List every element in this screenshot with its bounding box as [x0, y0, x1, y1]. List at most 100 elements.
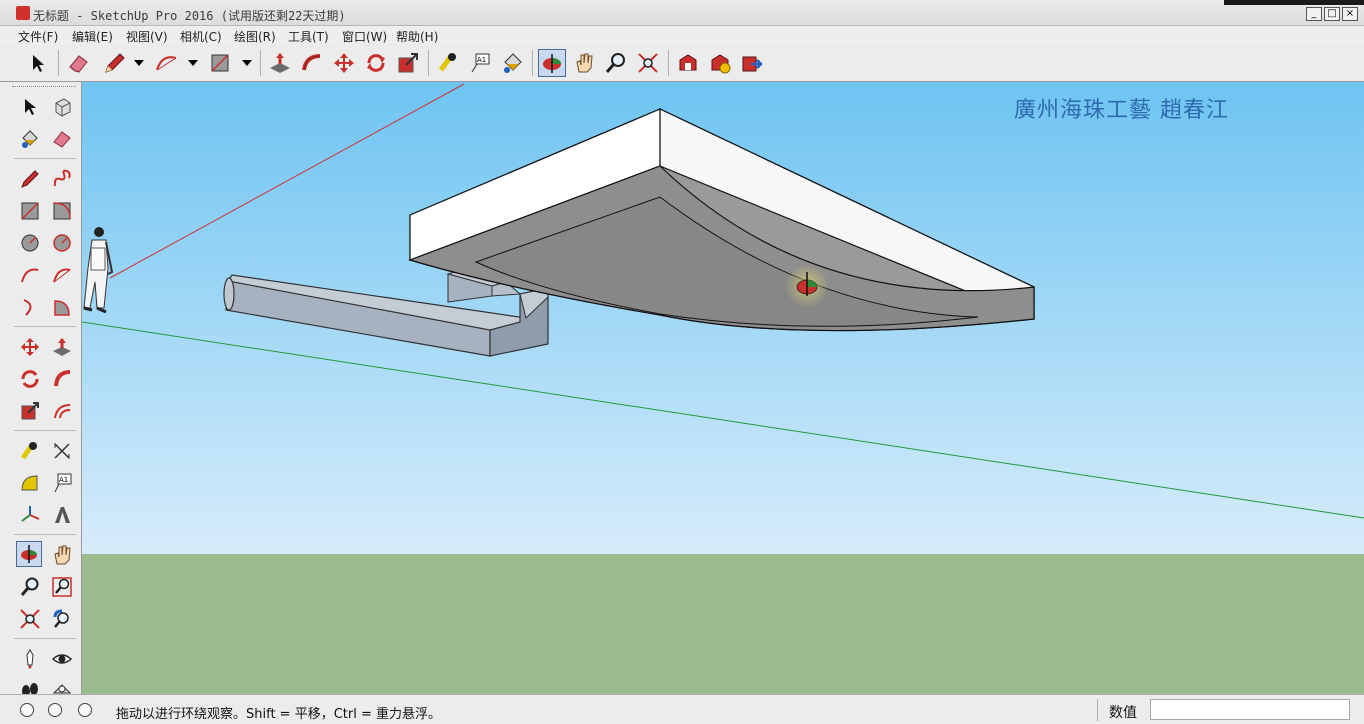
follow-me-icon[interactable]: [298, 49, 326, 77]
menu-view[interactable]: 视图(V): [126, 28, 168, 45]
previous-view-icon[interactable]: [49, 606, 75, 632]
toolbar-separator: [14, 430, 76, 431]
offset-icon[interactable]: [49, 398, 75, 424]
left-toolbar: A1: [0, 82, 82, 697]
eraser-icon[interactable]: [64, 49, 92, 77]
tape-measure-icon[interactable]: [434, 49, 462, 77]
geo-location-icon[interactable]: [20, 703, 34, 717]
paint-bucket-icon[interactable]: [17, 126, 43, 152]
zoom-extents-icon[interactable]: [17, 606, 43, 632]
status-divider: [1097, 699, 1098, 721]
toolbar-separator: [14, 534, 76, 535]
arc-icon[interactable]: [152, 49, 180, 77]
warehouse-icon[interactable]: [674, 49, 702, 77]
rectangle-icon[interactable]: [206, 49, 234, 77]
look-around-icon[interactable]: [49, 646, 75, 672]
ground: [82, 554, 1364, 694]
zoom-icon[interactable]: [602, 49, 630, 77]
pan-icon[interactable]: [570, 49, 598, 77]
zoom-window-icon[interactable]: [49, 574, 75, 600]
arc-icon[interactable]: [17, 262, 43, 288]
protractor-icon[interactable]: [17, 470, 43, 496]
info-icon[interactable]: [48, 703, 62, 717]
share-model-icon[interactable]: [738, 49, 766, 77]
arc-dropdown-icon[interactable]: [188, 60, 198, 66]
move-icon[interactable]: [17, 334, 43, 360]
toolbar-separator: [58, 50, 59, 76]
tape-measure-icon[interactable]: [17, 438, 43, 464]
rotate-icon[interactable]: [362, 49, 390, 77]
model-viewport[interactable]: 廣州海珠工藝 趙春江: [82, 82, 1364, 694]
rotated-rectangle-icon[interactable]: [49, 198, 75, 224]
pencil-dropdown-icon[interactable]: [134, 60, 144, 66]
pie-icon[interactable]: [49, 294, 75, 320]
freehand-icon[interactable]: [49, 166, 75, 192]
select-icon[interactable]: [24, 49, 52, 77]
toolbar-separator: [14, 326, 76, 327]
menu-edit[interactable]: 编辑(E): [72, 28, 113, 45]
window-title: 无标题 - SketchUp Pro 2016 (试用版还剩22天过期): [33, 9, 346, 23]
pan-icon[interactable]: [49, 542, 75, 568]
paint-bucket-icon[interactable]: [498, 49, 526, 77]
svg-text:A1: A1: [59, 476, 68, 484]
toolbar-separator: [260, 50, 261, 76]
sketchup-logo-icon: [16, 6, 30, 20]
push-pull-icon[interactable]: [266, 49, 294, 77]
toolbar-separator: [532, 50, 533, 76]
menu-file[interactable]: 文件(F): [18, 28, 58, 45]
three-point-arc-icon[interactable]: [17, 294, 43, 320]
dimension-icon[interactable]: [49, 438, 75, 464]
watermark-text: 廣州海珠工藝 趙春江: [1014, 98, 1229, 123]
menu-draw[interactable]: 绘图(R): [234, 28, 276, 45]
toolbar-separator: [428, 50, 429, 76]
maximize-button[interactable]: □: [1324, 7, 1340, 21]
line-icon[interactable]: [17, 166, 43, 192]
two-point-arc-icon[interactable]: [49, 262, 75, 288]
menu-camera[interactable]: 相机(C): [180, 28, 222, 45]
orbit-icon[interactable]: [538, 49, 566, 77]
toolbar-separator: [14, 638, 76, 639]
main-toolbar: A1: [0, 44, 1364, 82]
minimize-button[interactable]: _: [1306, 7, 1322, 21]
text-icon[interactable]: A1: [466, 49, 494, 77]
menu-window[interactable]: 窗口(W): [342, 28, 387, 45]
axes-icon[interactable]: [17, 502, 43, 528]
title-bar: 无标题 - SketchUp Pro 2016 (试用版还剩22天过期) _ □…: [0, 0, 1364, 26]
move-icon[interactable]: [330, 49, 358, 77]
rotate-icon[interactable]: [17, 366, 43, 392]
scale-icon[interactable]: [17, 398, 43, 424]
scene-canvas[interactable]: [82, 82, 1364, 694]
status-message: 拖动以进行环绕观察。Shift = 平移，Ctrl = 重力悬浮。: [116, 707, 441, 722]
user-account-icon[interactable]: [78, 703, 92, 717]
close-button[interactable]: ×: [1342, 7, 1358, 21]
menu-tools[interactable]: 工具(T): [288, 28, 329, 45]
orbit-icon[interactable]: [16, 541, 42, 567]
3d-text-icon[interactable]: [49, 502, 75, 528]
make-component-icon[interactable]: [49, 94, 75, 120]
status-bar: 拖动以进行环绕观察。Shift = 平移，Ctrl = 重力悬浮。 数值: [0, 694, 1364, 724]
title-bar-shadow: [1224, 0, 1364, 5]
follow-me-icon[interactable]: [49, 366, 75, 392]
pencil-icon[interactable]: [100, 49, 128, 77]
measurements-label: 数值: [1109, 705, 1137, 721]
menu-bar: 文件(F) 编辑(E) 视图(V) 相机(C) 绘图(R) 工具(T) 窗口(W…: [0, 26, 1364, 44]
rectangle-icon[interactable]: [17, 198, 43, 224]
zoom-icon[interactable]: [17, 574, 43, 600]
extension-icon[interactable]: [706, 49, 734, 77]
text-icon[interactable]: A1: [49, 470, 75, 496]
push-pull-icon[interactable]: [49, 334, 75, 360]
zoom-extents-icon[interactable]: [634, 49, 662, 77]
rectangle-dropdown-icon[interactable]: [242, 60, 252, 66]
toolbar-separator: [668, 50, 669, 76]
polygon-icon[interactable]: [49, 230, 75, 256]
scale-icon[interactable]: [394, 49, 422, 77]
position-camera-icon[interactable]: [17, 646, 43, 672]
circle-icon[interactable]: [17, 230, 43, 256]
toolbar-grip[interactable]: [12, 86, 76, 89]
menu-help[interactable]: 帮助(H): [396, 28, 438, 45]
toolbar-separator: [14, 158, 76, 159]
eraser-icon[interactable]: [49, 126, 75, 152]
orbit-cursor-icon: [785, 264, 829, 308]
select-icon[interactable]: [17, 94, 43, 120]
measurements-input[interactable]: [1150, 699, 1350, 720]
